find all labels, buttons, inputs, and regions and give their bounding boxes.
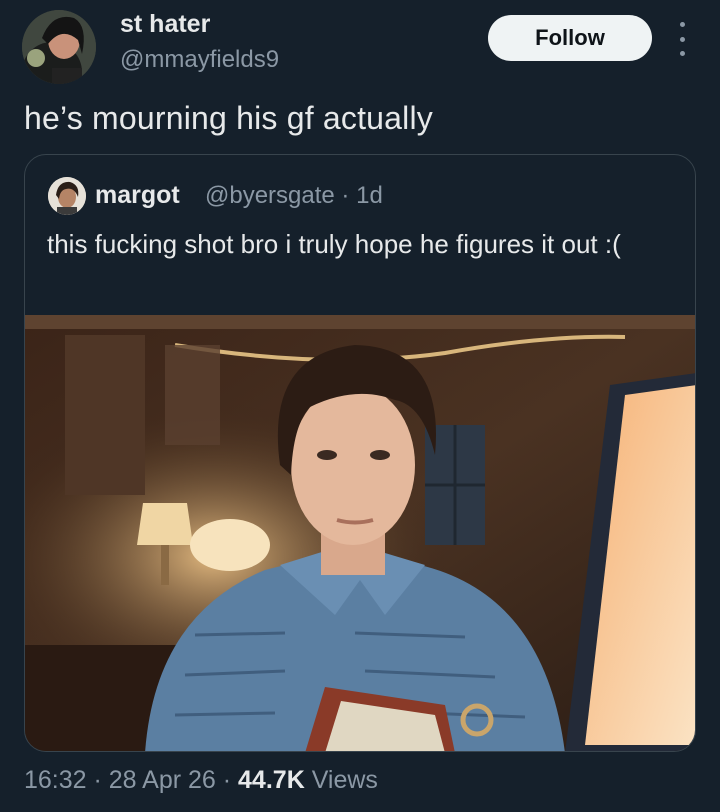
- author-display-name[interactable]: st hater: [120, 10, 210, 39]
- tweet-meta: 16:32 · 28 Apr 26 · 44.7K Views: [24, 766, 378, 795]
- views-label: Views: [304, 766, 378, 794]
- tweet-timestamp[interactable]: 16:32 · 28 Apr 26 ·: [24, 766, 238, 794]
- quoted-tweet-photo[interactable]: [25, 315, 695, 751]
- tweet-text: he’s mourning his gf actually: [24, 100, 433, 136]
- quoted-tweet-card[interactable]: margot @byersgate · 1d this fucking shot…: [24, 154, 696, 752]
- follow-button[interactable]: Follow: [488, 15, 652, 61]
- views-count: 44.7K: [238, 766, 305, 794]
- quoted-author-handle[interactable]: @byersgate · 1d: [205, 182, 383, 210]
- quoted-author-avatar[interactable]: [48, 177, 86, 215]
- more-options-icon[interactable]: [672, 22, 692, 56]
- quoted-tweet-text: this fucking shot bro i truly hope he fi…: [47, 229, 621, 259]
- quoted-author-name[interactable]: margot: [95, 181, 180, 210]
- author-handle[interactable]: @mmayfields9: [120, 46, 279, 74]
- author-avatar[interactable]: [22, 10, 96, 84]
